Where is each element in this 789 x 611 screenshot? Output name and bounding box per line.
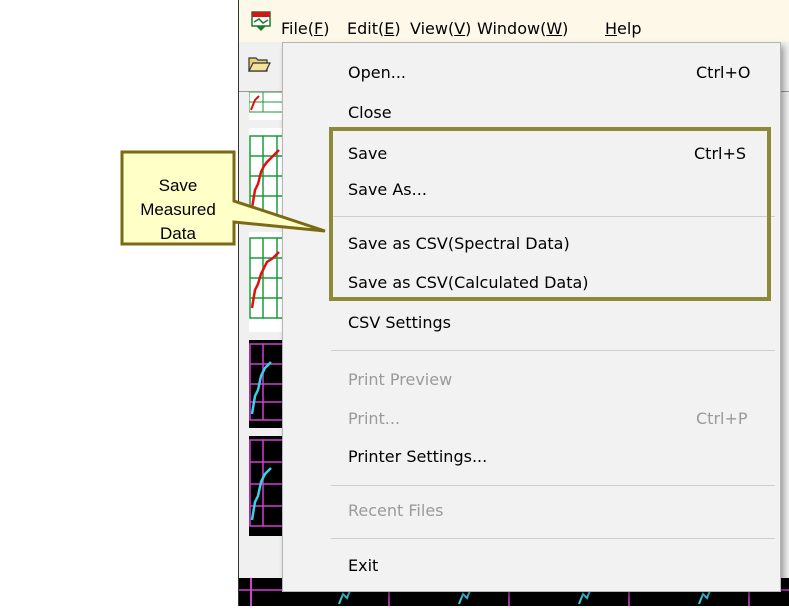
- callout-shape: [120, 150, 326, 246]
- callout-line-2: Data: [160, 224, 196, 243]
- callout-label: Save Measured Data: [122, 174, 234, 246]
- callout-line-1: Save Measured: [140, 176, 216, 219]
